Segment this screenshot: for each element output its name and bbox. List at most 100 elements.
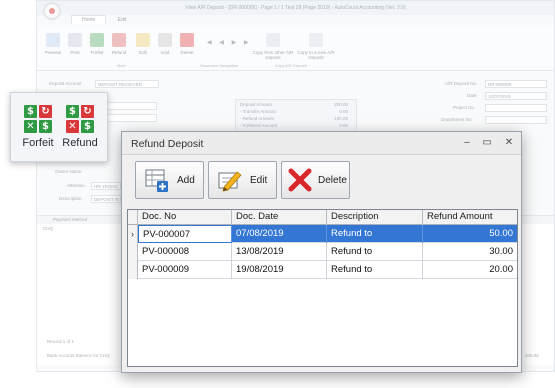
ribbon-tabs: Home Edit [71,15,136,25]
deposit-account-label: Deposit Account [49,81,82,86]
column-header-refund-amount[interactable]: Refund Amount [423,210,519,225]
document-navigation-arrows[interactable]: ◀ ◀ ▶ ▶ [207,39,251,46]
deposit-no-field[interactable]: DR-000008 [485,80,547,88]
column-header-doc-date[interactable]: Doc. Date [232,210,327,225]
doc-no-cell[interactable]: PV-000008 [138,243,232,261]
maximize-button[interactable]: ▭ [480,136,494,150]
close-button[interactable]: ✕ [502,136,516,150]
doc-no-cell[interactable]: PV-000007 [138,225,232,243]
refund-grid-header: Doc. No Doc. Date Description Refund Amo… [128,210,517,225]
summary-row: - Forfeited Amount 0.00 [240,123,354,128]
copy-to-button[interactable]: Copy to a new A/R Deposit [295,33,337,60]
ribbon-group-navigation: Document Navigation [200,63,239,68]
description-cell[interactable]: Refund to [327,225,423,243]
zoom-callout: $ ↻ ✕ $ Forfeit $ ↻ ✕ $ Refund [10,92,108,162]
table-row[interactable]: PV-000008 13/08/2019 Refund to 30.00 [128,243,517,261]
department-field[interactable] [485,116,547,124]
ribbon: Preview Print Forfeit Refund Edit Void D… [37,25,554,71]
refund-label: Refund [62,137,98,149]
summary-row: Deposit Amount 200.00 [240,102,354,107]
ribbon-forfeit-button[interactable]: Forfeit [87,33,107,55]
ribbon-edit-label: Edit [139,50,147,55]
copy-from-icon [266,33,280,47]
refund-amount-cell[interactable]: 20.00 [423,261,517,279]
void-icon [158,33,172,47]
summary-label: - Forfeited Amount [240,123,278,128]
edit-button[interactable]: Edit [208,161,277,199]
refund-amount-cell[interactable]: 30.00 [423,243,517,261]
date-field[interactable]: 12/07/2019 [485,92,547,100]
copy-from-label: Copy from other A/R Deposit [252,50,294,60]
copy-to-icon [309,33,323,47]
delete-button[interactable]: Delete [281,161,350,199]
summary-value: 0.00 [339,123,348,128]
bank-balance-link[interactable]: Bank Account Balance for CHQ [47,353,110,358]
print-button[interactable]: Print [65,33,85,55]
print-label: Print [70,50,80,55]
preview-button[interactable]: Preview [43,33,63,55]
forfeit-button[interactable]: $ ↻ ✕ $ Forfeit [17,105,59,149]
minimize-button[interactable]: – [460,136,474,150]
refund-deposit-dialog: Refund Deposit – ▭ ✕ Add Edit Delete Doc… [121,131,522,373]
doc-date-cell[interactable]: 07/08/2019 [232,225,327,243]
void-button[interactable]: Void [155,33,175,55]
row-indicator: › [128,225,138,243]
column-header-description[interactable]: Description [327,210,423,225]
doc-no-cell[interactable]: PV-000009 [138,261,232,279]
project-field[interactable] [485,104,547,112]
copy-from-button[interactable]: Copy from other A/R Deposit [252,33,294,60]
refund-grid: Doc. No Doc. Date Description Refund Amo… [127,209,518,367]
screen: View A/R Deposit - [DR-000008] - Page 1 … [0,0,555,388]
row-indicator [128,261,138,279]
refund-button[interactable]: $ ↻ ✕ $ Refund [59,105,101,149]
edit-label: Edit [250,174,268,186]
ribbon-delete-label: Delete [180,50,194,55]
edit-icon [136,33,150,47]
copy-to-label: Copy to a new A/R Deposit [297,50,335,60]
dialog-titlebar[interactable]: Refund Deposit – ▭ ✕ [122,132,521,155]
summary-label: - Transfer Amount [240,109,276,114]
summary-label: Deposit Amount [240,102,272,107]
deposit-account-field[interactable]: DEPOSIT RECEIVED [95,80,159,88]
summary-row: - Transfer Amount 0.00 [240,109,354,114]
tab-home[interactable]: Home [71,15,107,24]
app-logo-icon [43,2,61,20]
dialog-toolbar: Add Edit Delete [122,156,521,204]
preview-label: Preview [44,50,61,55]
deposit-no-label: A/R Deposit No [445,81,477,86]
tab-edit[interactable]: Edit [108,16,137,24]
ribbon-delete-button[interactable]: Delete [177,33,197,55]
ribbon-forfeit-label: Forfeit [90,50,104,55]
description-label: Description [59,196,82,201]
description-cell[interactable]: Refund to [327,243,423,261]
refund-icon [112,33,126,47]
doc-date-cell[interactable]: 19/08/2019 [232,261,327,279]
table-row[interactable]: PV-000009 19/08/2019 Refund to 20.00 [128,261,517,279]
ribbon-edit-button[interactable]: Edit [133,33,153,55]
column-header-doc-no[interactable]: Doc. No [138,210,232,225]
summary-label: - Refund Amount [240,116,274,121]
record-navigator[interactable]: Record 1 of 1 [47,339,74,344]
refund-icon: $ ↻ ✕ $ [66,105,94,133]
attention-field[interactable]: HR,YEONG [91,182,121,190]
print-icon [68,33,82,47]
project-label: Project No [453,105,475,110]
add-button[interactable]: Add [135,161,204,199]
date-label: Date [467,93,477,98]
ribbon-group-copy: Copy A/R Deposit [275,63,307,68]
doc-date-cell[interactable]: 13/08/2019 [232,243,327,261]
forfeit-icon [90,33,104,47]
department-label: Department No [441,117,472,122]
forfeit-icon: $ ↻ ✕ $ [24,105,52,133]
delete-label: Delete [318,174,347,186]
forfeit-label: Forfeit [22,137,54,149]
preview-icon [46,33,60,47]
description-cell[interactable]: Refund to [327,261,423,279]
refund-amount-cell[interactable]: 50.00 [423,225,517,243]
ribbon-group-main: Main [117,63,126,68]
ribbon-refund-button[interactable]: Refund [109,33,129,55]
row-indicator [128,243,138,261]
table-row[interactable]: › PV-000007 07/08/2019 Refund to 50.00 [128,225,517,243]
description-field[interactable]: DEPOSIT IN [91,195,121,203]
dialog-title: Refund Deposit [131,138,204,150]
